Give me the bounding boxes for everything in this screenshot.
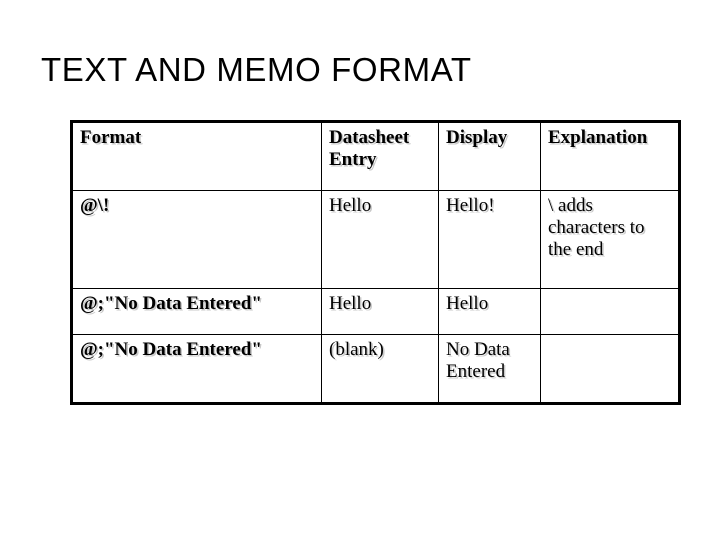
table-row: @;"No Data Entered" Hello Hello	[71, 288, 680, 335]
column-header-format: Format	[71, 121, 322, 191]
cell-explanation	[540, 334, 680, 404]
cell-format: @;"No Data Entered"	[71, 334, 322, 404]
column-header-explanation: Explanation	[540, 121, 680, 191]
format-table-container: Format Datasheet Entry Display Explanati…	[70, 120, 681, 405]
cell-display: No Data Entered	[438, 334, 541, 404]
column-header-display: Display	[438, 121, 541, 191]
cell-display: Hello	[438, 288, 541, 335]
cell-display: Hello!	[438, 190, 541, 289]
column-header-datasheet-entry: Datasheet Entry	[321, 121, 439, 191]
page-title: TEXT AND MEMO FORMAT	[41, 51, 472, 88]
cell-explanation	[540, 288, 680, 335]
cell-explanation: \ adds characters to the end	[540, 190, 680, 289]
cell-format: @;"No Data Entered"	[71, 288, 322, 335]
table-row: @;"No Data Entered" (blank) No Data Ente…	[71, 334, 680, 404]
cell-datasheet-entry: (blank)	[321, 334, 439, 404]
slide-canvas: TEXT AND MEMO FORMAT Format Datasheet En…	[0, 0, 720, 540]
table-header-row: Format Datasheet Entry Display Explanati…	[71, 121, 680, 191]
format-table: Format Datasheet Entry Display Explanati…	[70, 120, 681, 405]
cell-datasheet-entry: Hello	[321, 190, 439, 289]
table-row: @\! Hello Hello! \ adds characters to th…	[71, 190, 680, 289]
cell-datasheet-entry: Hello	[321, 288, 439, 335]
cell-format: @\!	[71, 190, 322, 289]
